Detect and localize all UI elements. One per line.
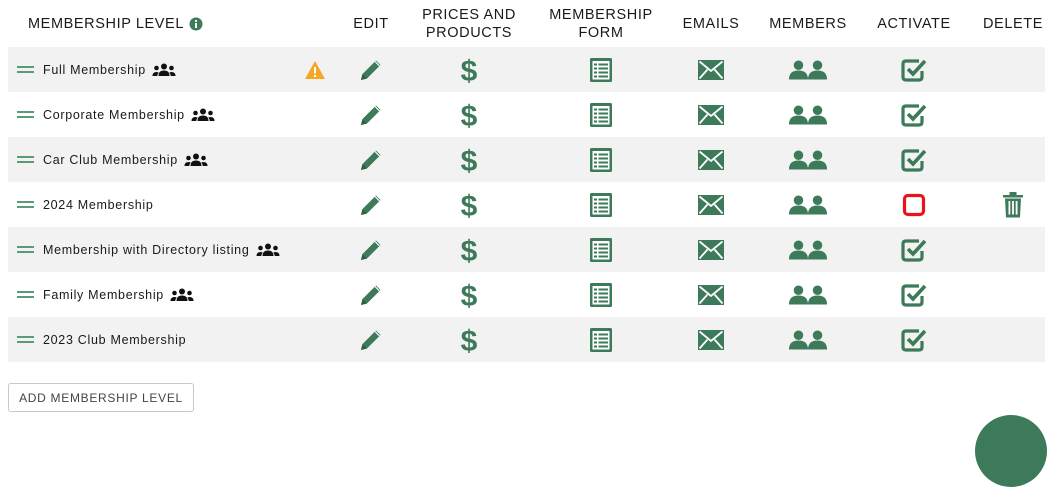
- dollar-icon[interactable]: $: [449, 227, 489, 272]
- membership-level-name: Membership with Directory listing: [43, 227, 280, 272]
- table-row: Corporate Membership $: [8, 92, 1045, 137]
- membership-level-label: 2024 Membership: [43, 197, 154, 212]
- svg-text:$: $: [461, 100, 478, 130]
- pencil-icon[interactable]: [351, 92, 391, 137]
- checkbox-checked-icon[interactable]: [894, 137, 934, 182]
- trash-icon[interactable]: [993, 182, 1033, 227]
- pencil-icon[interactable]: [351, 182, 391, 227]
- group-icon: [184, 153, 208, 167]
- form-icon[interactable]: [581, 92, 621, 137]
- form-icon[interactable]: [581, 182, 621, 227]
- table-row: 2024 Membership $: [8, 182, 1045, 227]
- info-icon[interactable]: [189, 17, 203, 31]
- header-membership-form: MEMBERSHIP FORM: [549, 6, 653, 41]
- checkbox-checked-icon[interactable]: [894, 272, 934, 317]
- membership-level-name: 2024 Membership: [43, 182, 154, 227]
- membership-level-label: Family Membership: [43, 287, 164, 302]
- form-icon[interactable]: [581, 137, 621, 182]
- header-members: MEMBERS: [769, 15, 847, 32]
- group-icon: [170, 288, 194, 302]
- drag-handle-icon[interactable]: [16, 272, 34, 317]
- membership-level-label: Membership with Directory listing: [43, 242, 250, 257]
- membership-level-label: Car Club Membership: [43, 152, 178, 167]
- membership-level-name: Family Membership: [43, 272, 194, 317]
- dollar-icon[interactable]: $: [449, 272, 489, 317]
- drag-handle-icon[interactable]: [16, 317, 34, 362]
- envelope-icon[interactable]: [691, 317, 731, 362]
- header-prices-products: PRICES AND PRODUCTS: [422, 6, 516, 41]
- pencil-icon[interactable]: [351, 227, 391, 272]
- members-icon[interactable]: [788, 182, 828, 227]
- drag-handle-icon[interactable]: [16, 137, 34, 182]
- header-delete: DELETE: [982, 15, 1043, 32]
- group-icon: [256, 243, 280, 257]
- checkbox-checked-icon[interactable]: [894, 47, 934, 92]
- members-icon[interactable]: [788, 92, 828, 137]
- header-activate: ACTIVATE: [877, 15, 951, 32]
- checkbox-checked-icon[interactable]: [894, 227, 934, 272]
- header-membership-level: MEMBERSHIP LEVEL: [28, 0, 228, 47]
- envelope-icon[interactable]: [691, 47, 731, 92]
- table-row: 2023 Club Membership $: [8, 317, 1045, 362]
- envelope-icon[interactable]: [691, 227, 731, 272]
- table-row: Family Membership $: [8, 272, 1045, 317]
- checkbox-checked-icon[interactable]: [894, 317, 934, 362]
- floating-action-button[interactable]: [975, 415, 1047, 487]
- group-icon: [152, 63, 176, 77]
- envelope-icon[interactable]: [691, 92, 731, 137]
- membership-level-name: Car Club Membership: [43, 137, 208, 182]
- table-row: Full Membership $: [8, 47, 1045, 92]
- checkbox-empty-icon[interactable]: [894, 182, 934, 227]
- membership-level-name: Corporate Membership: [43, 92, 215, 137]
- members-icon[interactable]: [788, 47, 828, 92]
- form-icon[interactable]: [581, 272, 621, 317]
- membership-level-label: Full Membership: [43, 62, 146, 77]
- table-header: MEMBERSHIP LEVEL EDIT PRICES AND PRODUCT…: [8, 0, 1045, 47]
- envelope-icon[interactable]: [691, 137, 731, 182]
- table-row: Membership with Directory listing $: [8, 227, 1045, 272]
- form-icon[interactable]: [581, 317, 621, 362]
- group-icon: [191, 108, 215, 122]
- pencil-icon[interactable]: [351, 47, 391, 92]
- membership-level-name: Full Membership: [43, 47, 176, 92]
- membership-level-label: Corporate Membership: [43, 107, 185, 122]
- members-icon[interactable]: [788, 272, 828, 317]
- members-icon[interactable]: [788, 227, 828, 272]
- form-icon[interactable]: [581, 47, 621, 92]
- svg-text:$: $: [461, 145, 478, 175]
- membership-level-name: 2023 Club Membership: [43, 317, 186, 362]
- members-icon[interactable]: [788, 137, 828, 182]
- checkbox-checked-icon[interactable]: [894, 92, 934, 137]
- envelope-icon[interactable]: [691, 182, 731, 227]
- header-edit: EDIT: [353, 15, 389, 32]
- membership-level-label: 2023 Club Membership: [43, 332, 187, 347]
- svg-text:$: $: [461, 55, 478, 85]
- dollar-icon[interactable]: $: [449, 182, 489, 227]
- drag-handle-icon[interactable]: [16, 182, 34, 227]
- drag-handle-icon[interactable]: [16, 227, 34, 272]
- add-membership-level-button[interactable]: ADD MEMBERSHIP LEVEL: [8, 383, 194, 412]
- drag-handle-icon[interactable]: [16, 92, 34, 137]
- pencil-icon[interactable]: [351, 272, 391, 317]
- dollar-icon[interactable]: $: [449, 317, 489, 362]
- svg-text:$: $: [461, 235, 478, 265]
- pencil-icon[interactable]: [351, 317, 391, 362]
- svg-text:$: $: [461, 325, 478, 355]
- header-emails: EMAILS: [682, 15, 740, 32]
- warning-icon: [302, 47, 328, 92]
- dollar-icon[interactable]: $: [449, 92, 489, 137]
- members-icon[interactable]: [788, 317, 828, 362]
- drag-handle-icon[interactable]: [16, 47, 34, 92]
- svg-text:$: $: [461, 190, 478, 220]
- form-icon[interactable]: [581, 227, 621, 272]
- dollar-icon[interactable]: $: [449, 47, 489, 92]
- envelope-icon[interactable]: [691, 272, 731, 317]
- table-row: Car Club Membership $: [8, 137, 1045, 182]
- dollar-icon[interactable]: $: [449, 137, 489, 182]
- svg-text:$: $: [461, 280, 478, 310]
- pencil-icon[interactable]: [351, 137, 391, 182]
